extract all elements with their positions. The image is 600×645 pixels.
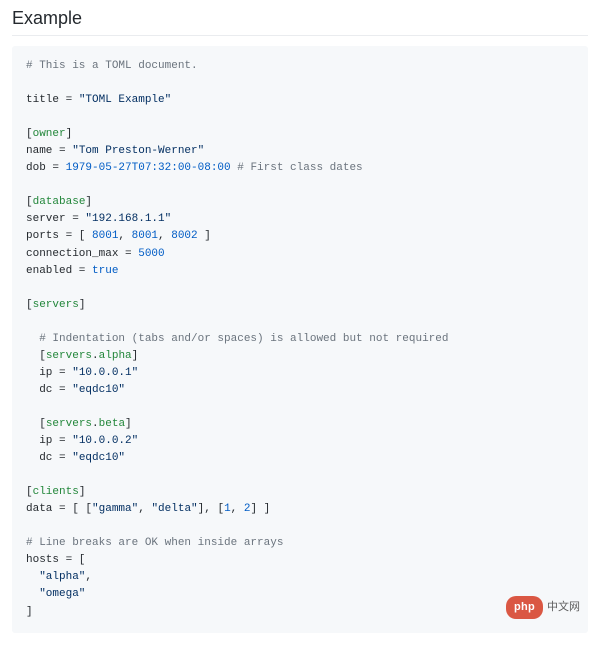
- code-comment: # Indentation (tabs and/or spaces) is al…: [26, 333, 448, 345]
- code-section: servers: [33, 299, 79, 311]
- code-number: 8001: [132, 230, 158, 242]
- code-key: dc =: [26, 452, 72, 464]
- code-key: connection_max =: [26, 248, 138, 260]
- code-sep: ,: [231, 503, 244, 515]
- code-key: ip =: [26, 367, 72, 379]
- code-section: servers: [46, 350, 92, 362]
- code-section: servers: [46, 418, 92, 430]
- code-number: 2: [244, 503, 251, 515]
- code-number: 1: [224, 503, 231, 515]
- code-bracket: ]: [66, 128, 73, 140]
- code-comment: # This is a TOML document.: [26, 60, 198, 72]
- code-bracket: ]: [85, 196, 92, 208]
- code-string: "gamma": [92, 503, 138, 515]
- code-bracket: [: [26, 486, 33, 498]
- code-comment: # Line breaks are OK when inside arrays: [26, 537, 283, 549]
- code-dot: .: [92, 350, 99, 362]
- code-comment: # First class dates: [231, 162, 363, 174]
- code-bool: true: [92, 265, 118, 277]
- code-indent: [26, 571, 39, 583]
- watermark-pill: php: [506, 596, 543, 619]
- code-bracket: [: [26, 418, 46, 430]
- code-key: dob =: [26, 162, 66, 174]
- code-string: "eqdc10": [72, 384, 125, 396]
- code-bracket: [: [26, 350, 46, 362]
- code-section: owner: [33, 128, 66, 140]
- code-bracket: ]: [132, 350, 139, 362]
- code-sep: ,: [158, 230, 171, 242]
- code-key: dc =: [26, 384, 72, 396]
- code-bracket: [: [26, 299, 33, 311]
- code-key: ip =: [26, 435, 72, 447]
- code-key: title =: [26, 94, 79, 106]
- code-string: "delta": [151, 503, 197, 515]
- code-string: "10.0.0.1": [72, 367, 138, 379]
- code-string: "Tom Preston-Werner": [72, 145, 204, 157]
- code-key: name =: [26, 145, 72, 157]
- code-sep: ,: [118, 230, 131, 242]
- code-section: database: [33, 196, 86, 208]
- code-key: ports = [: [26, 230, 92, 242]
- code-section: beta: [99, 418, 125, 430]
- code-string: "192.168.1.1": [85, 213, 171, 225]
- code-bracket: [: [26, 128, 33, 140]
- code-number: 8002: [171, 230, 197, 242]
- code-key: enabled =: [26, 265, 92, 277]
- code-sep: ,: [85, 571, 92, 583]
- code-key: server =: [26, 213, 85, 225]
- code-bracket: ]: [125, 418, 132, 430]
- section-heading: Example: [12, 8, 588, 36]
- code-date: 1979-05-27T07:32:00-08:00: [66, 162, 231, 174]
- code-sep: ,: [138, 503, 151, 515]
- code-section: alpha: [99, 350, 132, 362]
- code-string: "eqdc10": [72, 452, 125, 464]
- code-key: hosts = [: [26, 554, 85, 566]
- code-string: "omega": [39, 588, 85, 600]
- code-number: 8001: [92, 230, 118, 242]
- code-dot: .: [92, 418, 99, 430]
- code-bracket: ]: [79, 486, 86, 498]
- code-number: 5000: [138, 248, 164, 260]
- code-string: "TOML Example": [79, 94, 171, 106]
- code-bracket: [: [26, 196, 33, 208]
- code-block: # This is a TOML document. title = "TOML…: [12, 46, 588, 633]
- code-bracket: ]: [26, 606, 33, 618]
- code-bracket: ], [: [198, 503, 224, 515]
- code-bracket: ]: [79, 299, 86, 311]
- code-bracket: ] ]: [250, 503, 270, 515]
- code-indent: [26, 588, 39, 600]
- watermark: php 中文网: [506, 596, 580, 619]
- code-bracket: ]: [198, 230, 211, 242]
- code-key: data = [ [: [26, 503, 92, 515]
- watermark-text: 中文网: [547, 599, 580, 616]
- code-section: clients: [33, 486, 79, 498]
- code-string: "alpha": [39, 571, 85, 583]
- code-string: "10.0.0.2": [72, 435, 138, 447]
